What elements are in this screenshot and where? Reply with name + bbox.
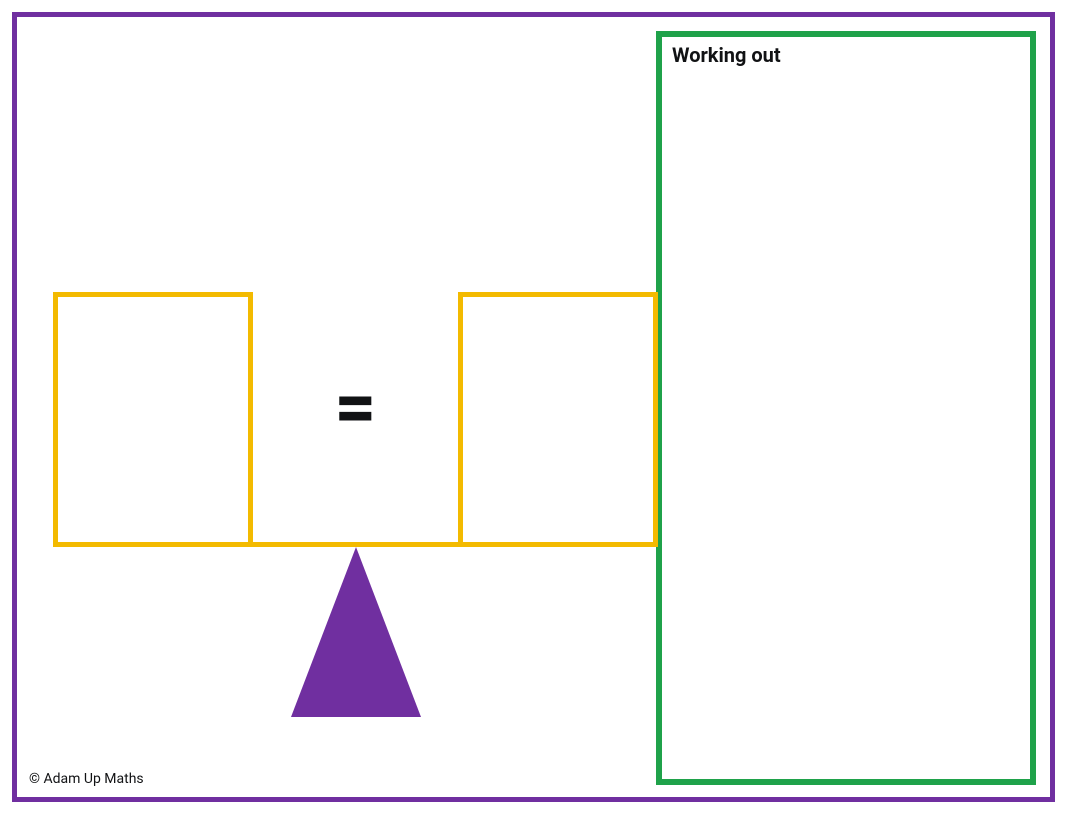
left-value-box[interactable] bbox=[53, 292, 253, 542]
balance-scale: = bbox=[53, 292, 658, 717]
working-out-title: Working out bbox=[672, 43, 1020, 67]
equals-sign: = bbox=[335, 371, 377, 463]
copyright-text: © Adam Up Maths bbox=[29, 771, 144, 787]
fulcrum-triangle-icon bbox=[291, 547, 421, 717]
worksheet-frame: Working out = © Adam Up Maths bbox=[12, 12, 1055, 802]
right-value-box[interactable] bbox=[458, 292, 658, 542]
working-out-box[interactable]: Working out bbox=[656, 31, 1036, 785]
balance-beam: = bbox=[53, 292, 658, 547]
